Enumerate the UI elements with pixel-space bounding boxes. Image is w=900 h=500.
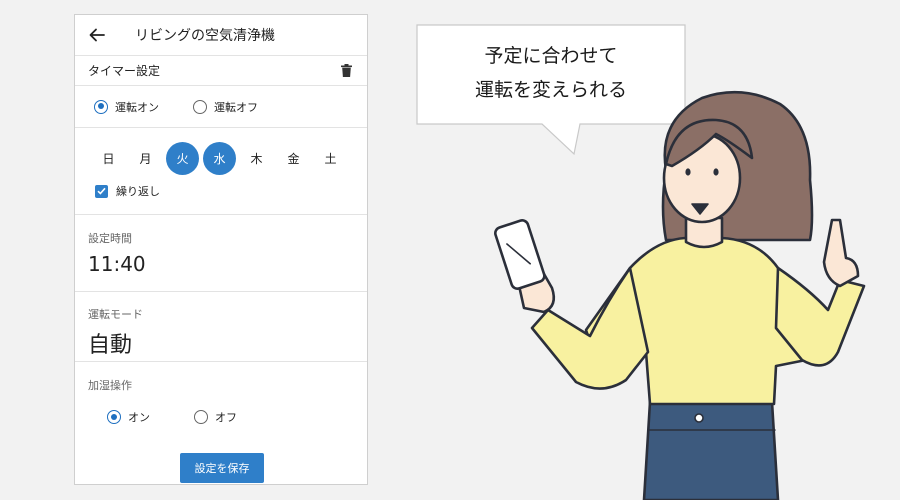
check-icon bbox=[97, 187, 106, 195]
left-eye bbox=[685, 168, 691, 176]
day-tuesday[interactable]: 火 bbox=[166, 142, 199, 175]
run-on-option[interactable]: 運転オン bbox=[94, 99, 159, 115]
mode-label: 運転モード bbox=[88, 308, 143, 321]
day-friday[interactable]: 金 bbox=[277, 142, 310, 175]
woman-holding-phone-illustration bbox=[494, 90, 866, 500]
arrow-left-icon bbox=[89, 28, 105, 42]
humidify-label: 加湿操作 bbox=[88, 379, 132, 392]
timer-header-label: タイマー設定 bbox=[88, 64, 161, 78]
humidify-radio-group: オン オフ bbox=[88, 409, 367, 425]
app-bar: リビングの空気清浄機 bbox=[75, 15, 367, 56]
right-eye bbox=[713, 168, 719, 176]
mode-field[interactable]: 運転モード 自動 bbox=[75, 292, 367, 362]
jeans-button bbox=[694, 413, 704, 423]
page-title: リビングの空気清浄機 bbox=[135, 28, 275, 44]
weekday-section: 日 月 火 水 木 金 土 繰り返し bbox=[75, 128, 367, 215]
back-button[interactable] bbox=[77, 15, 117, 55]
day-thursday[interactable]: 木 bbox=[240, 142, 273, 175]
weekday-selector: 日 月 火 水 木 金 土 bbox=[92, 142, 351, 175]
delete-button[interactable] bbox=[339, 64, 353, 78]
save-settings-button[interactable]: 設定を保存 bbox=[180, 453, 264, 483]
time-field[interactable]: 設定時間 11:40 bbox=[75, 215, 367, 292]
day-sunday[interactable]: 日 bbox=[92, 142, 125, 175]
run-on-label: 運転オン bbox=[115, 100, 159, 114]
repeat-option: 繰り返し bbox=[95, 183, 160, 199]
humidify-off-label: オフ bbox=[215, 411, 237, 424]
trash-icon bbox=[340, 64, 352, 77]
humidify-off-radio[interactable] bbox=[194, 410, 208, 424]
run-off-label: 運転オフ bbox=[214, 100, 258, 114]
repeat-label: 繰り返し bbox=[116, 185, 160, 198]
timer-header: タイマー設定 bbox=[75, 56, 367, 86]
humidify-section: 加湿操作 オン オフ bbox=[75, 362, 367, 425]
humidify-off-option[interactable]: オフ bbox=[194, 409, 237, 425]
day-monday[interactable]: 月 bbox=[129, 142, 162, 175]
run-off-radio[interactable] bbox=[193, 99, 207, 114]
run-on-radio[interactable] bbox=[94, 99, 108, 114]
run-mode-radio-group: 運転オン 運転オフ bbox=[75, 86, 367, 128]
repeat-checkbox[interactable] bbox=[95, 184, 108, 198]
mode-value: 自動 bbox=[88, 333, 133, 358]
right-hand-pointing bbox=[822, 218, 860, 288]
humidify-on-label: オン bbox=[128, 411, 150, 424]
timer-settings-panel: リビングの空気清浄機 タイマー設定 運転オン 運転オフ 日 月 火 水 木 金 … bbox=[74, 14, 368, 485]
day-wednesday[interactable]: 水 bbox=[203, 142, 236, 175]
day-saturday[interactable]: 土 bbox=[314, 142, 347, 175]
speech-bubble-line-1: 予定に合わせて bbox=[484, 45, 618, 67]
humidify-on-option[interactable]: オン bbox=[107, 409, 150, 425]
jeans bbox=[642, 400, 780, 500]
humidify-on-radio[interactable] bbox=[107, 410, 121, 424]
phone bbox=[494, 219, 546, 290]
time-label: 設定時間 bbox=[88, 232, 132, 245]
run-off-option[interactable]: 運転オフ bbox=[193, 99, 258, 115]
time-value: 11:40 bbox=[88, 252, 146, 276]
